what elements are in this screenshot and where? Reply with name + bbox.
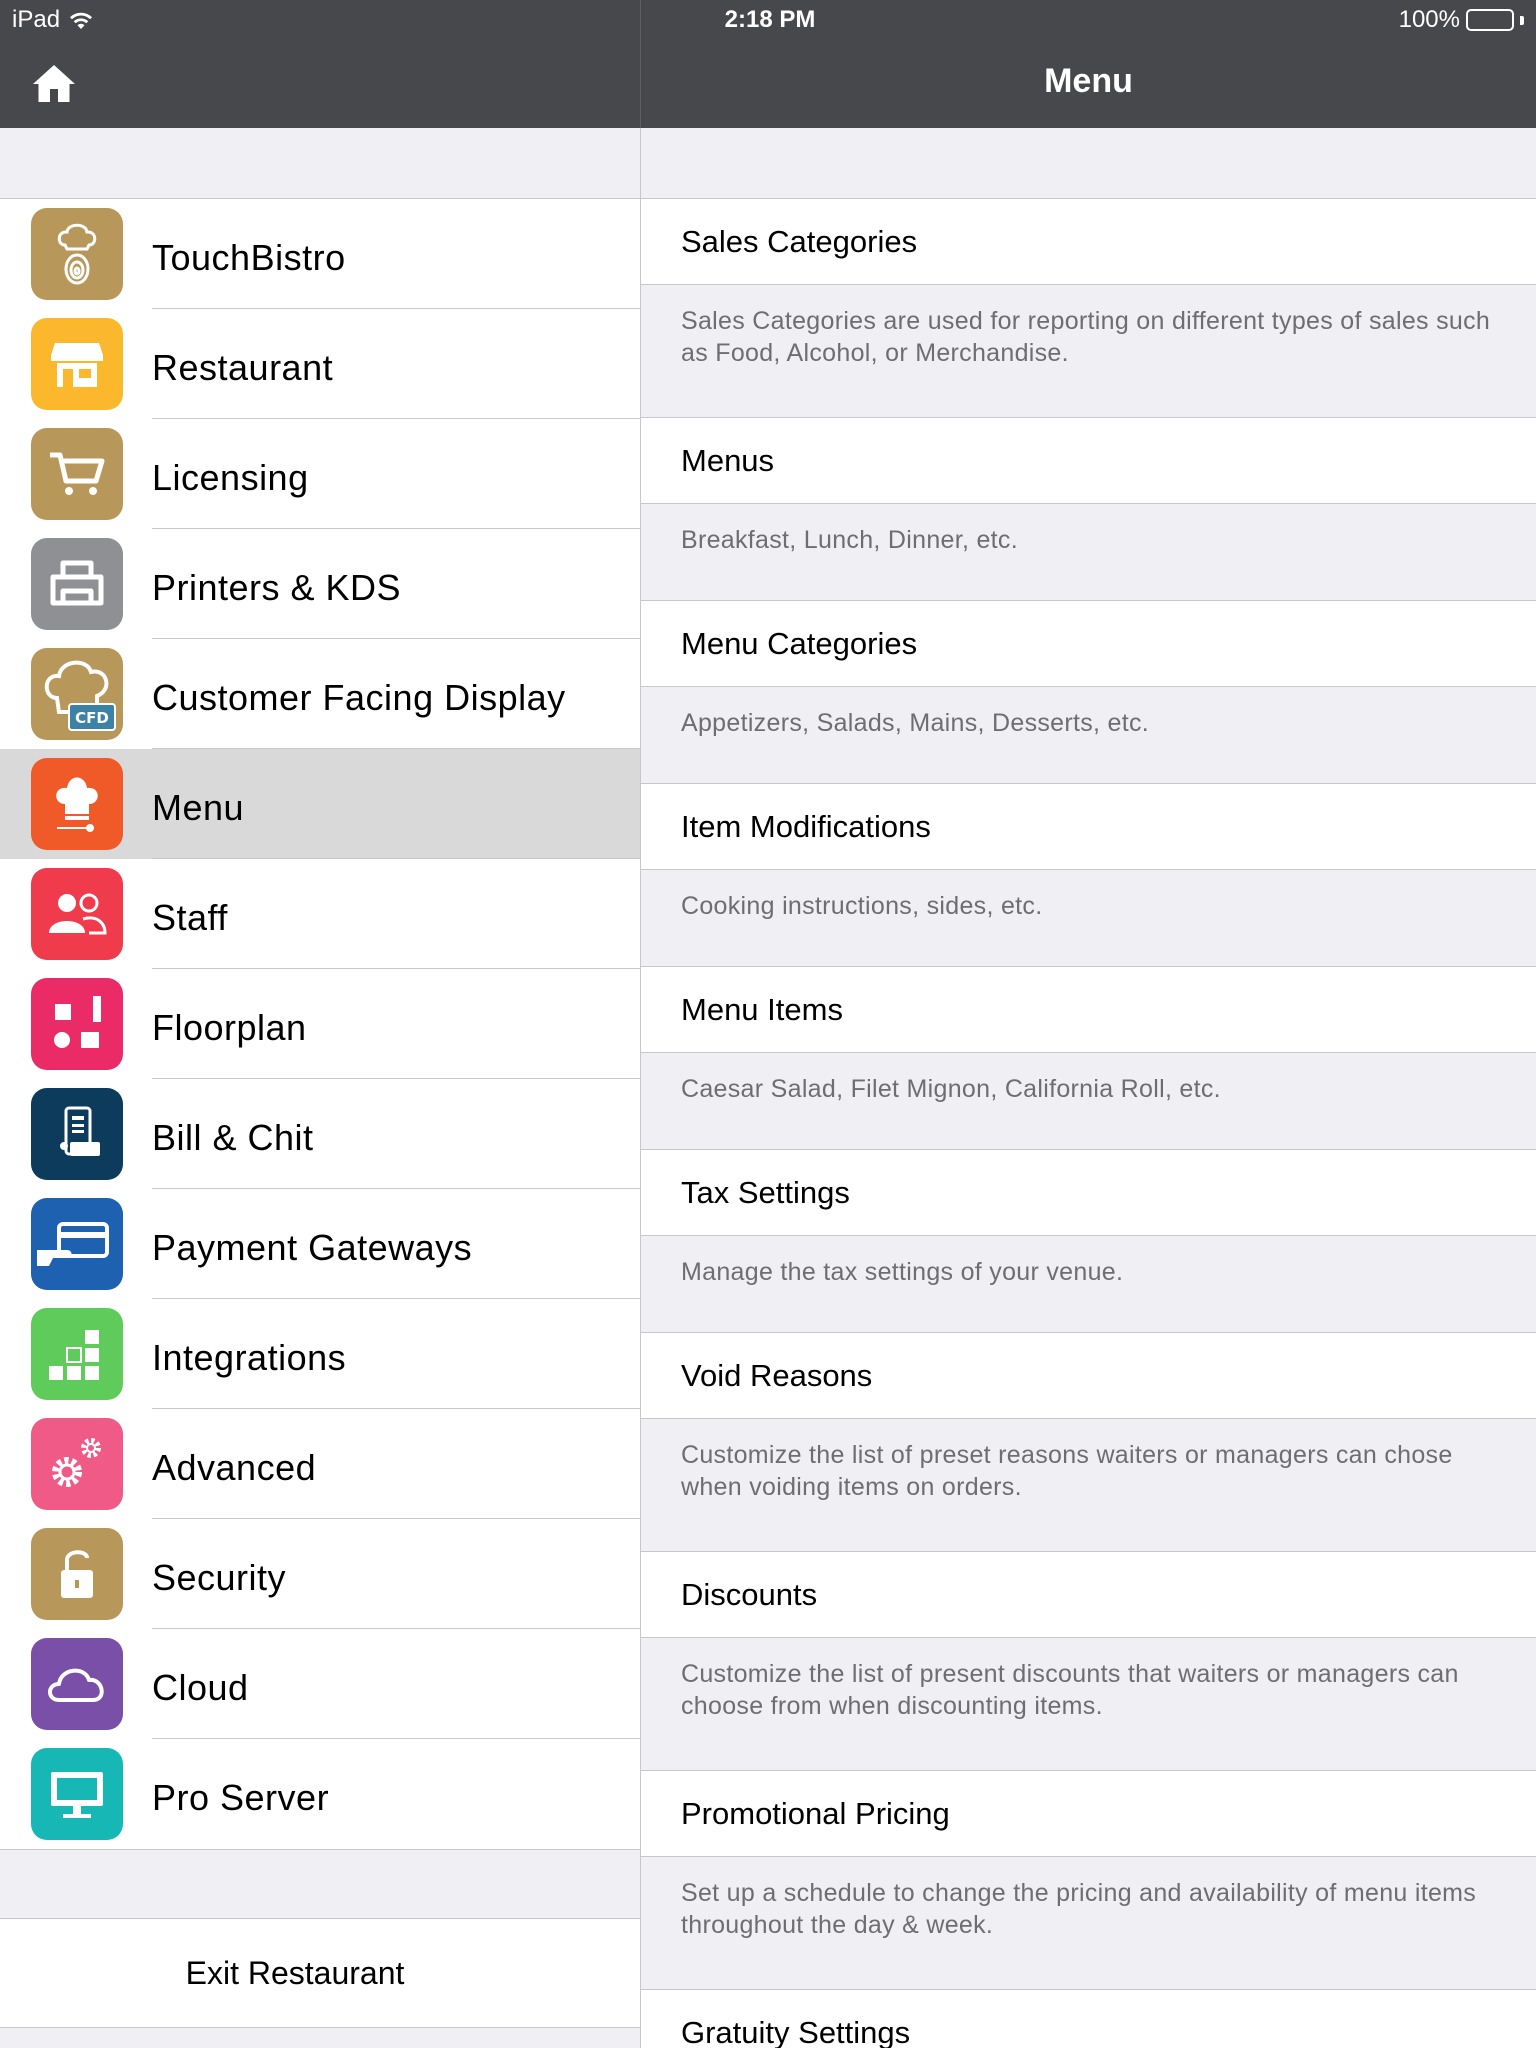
- touchbistro-logo-icon: [31, 208, 123, 300]
- setting-description: Customize the list of preset reasons wai…: [681, 1441, 1453, 1501]
- chef-hat-icon: [31, 758, 123, 850]
- split-divider: [640, 0, 641, 2048]
- sidebar-item-payment-gateways[interactable]: Payment Gateways: [0, 1189, 640, 1299]
- sidebar-item-label: Menu: [152, 787, 245, 828]
- svg-text:CFD: CFD: [75, 709, 109, 727]
- sidebar-item-label: Pro Server: [152, 1777, 330, 1818]
- sidebar-item-label: Advanced: [152, 1447, 317, 1488]
- sidebar-item-pro-server[interactable]: Pro Server: [0, 1739, 640, 1849]
- cfd-chef-hat-icon: CFD: [31, 648, 123, 740]
- monitor-icon: [31, 1748, 123, 1840]
- settings-section: Tax Settings Manage the tax settings of …: [641, 1149, 1536, 1332]
- cloud-icon: [31, 1638, 123, 1730]
- settings-panel: Sales Categories Sales Categories are us…: [641, 198, 1536, 2048]
- setting-discounts[interactable]: Discounts: [641, 1551, 1536, 1638]
- sidebar-item-label: Licensing: [152, 457, 309, 498]
- sidebar-item-label: Restaurant: [152, 347, 334, 388]
- setting-void-reasons[interactable]: Void Reasons: [641, 1332, 1536, 1419]
- sidebar-item-label: Payment Gateways: [152, 1227, 473, 1268]
- receipt-icon: [31, 1088, 123, 1180]
- setting-description: Sales Categories are used for reporting …: [681, 307, 1491, 367]
- settings-section: Menu Categories Appetizers, Salads, Main…: [641, 600, 1536, 783]
- sidebar-list: TouchBistro Restaurant Licensing Printer…: [0, 198, 640, 1850]
- lock-icon: [31, 1528, 123, 1620]
- shopping-cart-icon: [31, 428, 123, 520]
- sidebar-item-cloud[interactable]: Cloud: [0, 1629, 640, 1739]
- exit-restaurant-button[interactable]: Exit Restaurant: [0, 1918, 640, 2028]
- sidebar-item-label: Security: [152, 1557, 287, 1598]
- sidebar-item-label: Staff: [152, 897, 228, 938]
- setting-menu-items[interactable]: Menu Items: [641, 966, 1536, 1053]
- printer-icon: [31, 538, 123, 630]
- sidebar-item-cfd[interactable]: CFD Customer Facing Display: [0, 639, 640, 749]
- page-title: Menu: [1044, 62, 1133, 100]
- status-battery: 100%: [1399, 6, 1524, 34]
- settings-section: Discounts Customize the list of present …: [641, 1551, 1536, 1770]
- sidebar-item-label: Integrations: [152, 1337, 347, 1378]
- settings-section: Menus Breakfast, Lunch, Dinner, etc.: [641, 417, 1536, 600]
- sidebar-item-label: Bill & Chit: [152, 1117, 314, 1158]
- battery-percent: 100%: [1398, 6, 1460, 33]
- settings-section: Menu Items Caesar Salad, Filet Mignon, C…: [641, 966, 1536, 1149]
- setting-description: Breakfast, Lunch, Dinner, etc.: [681, 526, 1018, 554]
- battery-icon: [1466, 9, 1514, 31]
- home-button[interactable]: [30, 60, 78, 108]
- sidebar-nav-bar: [0, 0, 640, 128]
- setting-sales-categories[interactable]: Sales Categories: [641, 198, 1536, 285]
- exit-restaurant-label: Exit Restaurant: [185, 1954, 405, 1991]
- setting-description: Set up a schedule to change the pricing …: [681, 1879, 1477, 1939]
- sidebar-item-security[interactable]: Security: [0, 1519, 640, 1629]
- sidebar-item-label: Floorplan: [152, 1007, 307, 1048]
- wifi-icon: [70, 12, 93, 29]
- setting-description: Cooking instructions, sides, etc.: [681, 892, 1043, 920]
- setting-menu-categories[interactable]: Menu Categories: [641, 600, 1536, 687]
- sidebar-item-integrations[interactable]: Integrations: [0, 1299, 640, 1409]
- sidebar-item-advanced[interactable]: Advanced: [0, 1409, 640, 1519]
- gears-icon: [31, 1418, 123, 1510]
- sidebar-item-bill-chit[interactable]: Bill & Chit: [0, 1079, 640, 1189]
- setting-description: Appetizers, Salads, Mains, Desserts, etc…: [681, 709, 1150, 737]
- carrier-label: iPad: [12, 6, 61, 33]
- storefront-icon: [31, 318, 123, 410]
- settings-section: Promotional Pricing Set up a schedule to…: [641, 1770, 1536, 1989]
- sidebar-item-label: Cloud: [152, 1667, 249, 1708]
- sidebar-item-label: TouchBistro: [152, 237, 346, 278]
- sidebar-item-label: Printers & KDS: [152, 567, 402, 608]
- settings-section: Sales Categories Sales Categories are us…: [641, 198, 1536, 417]
- sidebar-item-staff[interactable]: Staff: [0, 859, 640, 969]
- status-carrier: iPad: [12, 6, 94, 34]
- settings-section: Void Reasons Customize the list of prese…: [641, 1332, 1536, 1551]
- sidebar-item-restaurant[interactable]: Restaurant: [0, 309, 640, 419]
- setting-description: Caesar Salad, Filet Mignon, California R…: [681, 1075, 1221, 1103]
- setting-description: Manage the tax settings of your venue.: [681, 1258, 1124, 1286]
- settings-section: Gratuity Settings: [641, 1989, 1536, 2048]
- status-time: 2:18 PM: [724, 6, 816, 33]
- sidebar-item-floorplan[interactable]: Floorplan: [0, 969, 640, 1079]
- setting-menus[interactable]: Menus: [641, 417, 1536, 504]
- setting-promotional-pricing[interactable]: Promotional Pricing: [641, 1770, 1536, 1857]
- staff-people-icon: [31, 868, 123, 960]
- sidebar-item-printers[interactable]: Printers & KDS: [0, 529, 640, 639]
- home-icon: [33, 65, 75, 102]
- setting-description: Customize the list of present discounts …: [681, 1660, 1459, 1720]
- setting-gratuity-settings[interactable]: Gratuity Settings: [641, 1989, 1536, 2048]
- sidebar-item-menu[interactable]: Menu: [0, 749, 640, 859]
- setting-tax-settings[interactable]: Tax Settings: [641, 1149, 1536, 1236]
- floorplan-icon: [31, 978, 123, 1070]
- sidebar-item-licensing[interactable]: Licensing: [0, 419, 640, 529]
- sidebar-item-label: Customer Facing Display: [152, 677, 566, 718]
- setting-item-modifications[interactable]: Item Modifications: [641, 783, 1536, 870]
- settings-section: Item Modifications Cooking instructions,…: [641, 783, 1536, 966]
- credit-card-icon: [31, 1198, 123, 1290]
- sidebar-item-touchbistro[interactable]: TouchBistro: [0, 199, 640, 309]
- integration-blocks-icon: [31, 1308, 123, 1400]
- nav-divider: [640, 0, 641, 128]
